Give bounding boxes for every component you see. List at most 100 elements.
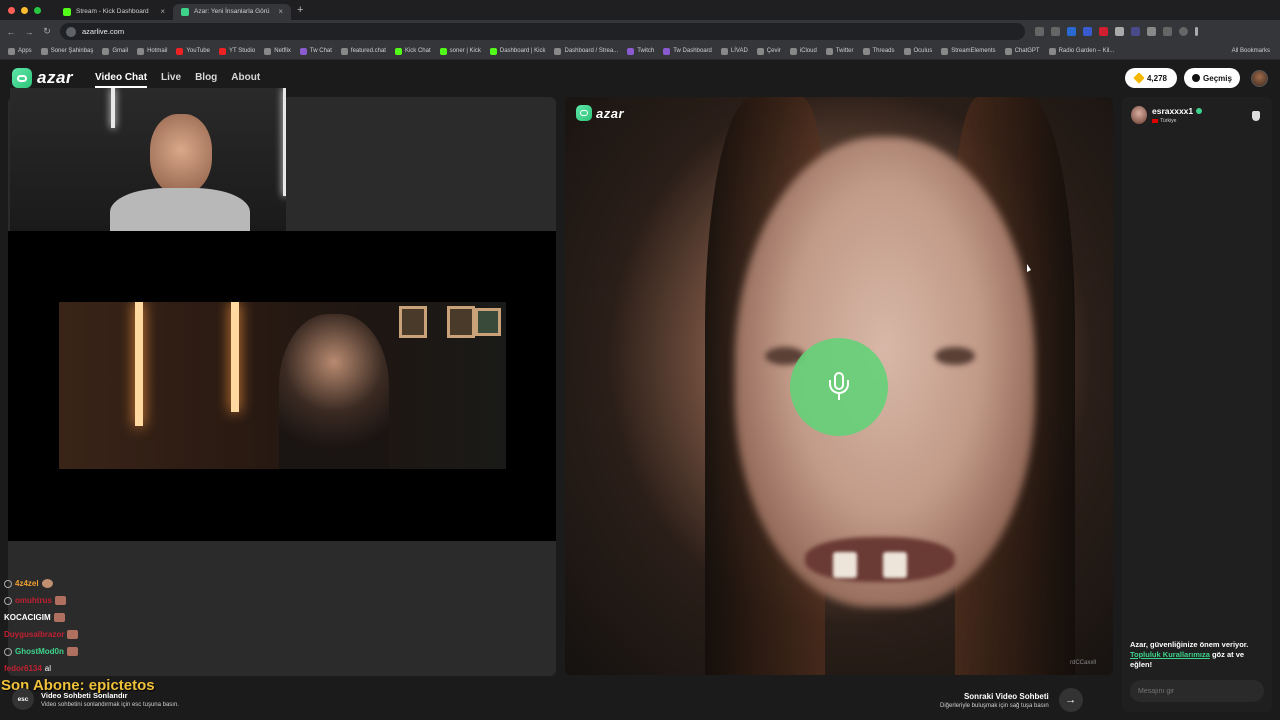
azar-logo-icon <box>12 68 32 88</box>
bookmark[interactable]: ChatGPT <box>1004 47 1040 55</box>
bookmark-star-icon[interactable] <box>1051 27 1060 36</box>
partner-info[interactable]: esraxxxx1 Türkiye <box>1131 106 1203 124</box>
gems-button[interactable]: 4,278 <box>1125 68 1177 88</box>
url-field[interactable]: azarlive.com <box>60 23 1025 40</box>
sub-badge-icon <box>4 647 12 656</box>
bookmark[interactable]: Netflix <box>264 47 291 55</box>
nav-blog[interactable]: Blog <box>195 72 217 88</box>
bookmark[interactable]: iCloud <box>789 47 817 55</box>
emote-icon <box>41 579 53 588</box>
next-chat-hint[interactable]: Sonraki Video Sohbeti Diğerleriyle buluş… <box>940 688 1083 712</box>
bookmark-icon <box>825 47 833 55</box>
bookmark[interactable]: Hotmail <box>137 47 167 55</box>
bookmark[interactable]: Apps <box>8 47 32 55</box>
extension-icon[interactable] <box>1099 27 1108 36</box>
logo-text: azar <box>37 68 74 87</box>
bookmark[interactable]: Kick Chat <box>394 47 431 55</box>
browser-tab[interactable]: Stream - Kick Dashboard × <box>55 4 173 20</box>
minimize-window-icon[interactable] <box>21 6 28 14</box>
streamer-body <box>110 188 250 231</box>
bookmark[interactable]: Çevir <box>756 47 781 55</box>
nav-live[interactable]: Live <box>161 72 181 88</box>
bookmark[interactable]: Dashboard | Kick <box>489 47 545 55</box>
site-info-icon[interactable] <box>66 26 76 37</box>
bookmark[interactable]: Tw Chat <box>299 47 332 55</box>
bookmark-icon <box>340 47 348 55</box>
chat-message: KOCACIGIM <box>0 609 120 626</box>
partner-avatar[interactable] <box>1131 106 1147 124</box>
back-icon[interactable]: ← <box>4 27 18 37</box>
microphone-button[interactable] <box>790 338 888 436</box>
cast-icon[interactable] <box>1035 27 1044 36</box>
bookmark[interactable]: LİVAD <box>720 47 748 55</box>
bookmark-icon <box>137 47 145 55</box>
bookmark[interactable]: featured.chat <box>340 47 386 55</box>
profile-icon[interactable] <box>1179 27 1188 36</box>
bookmark[interactable]: YT Studio <box>218 47 255 55</box>
extension-icon[interactable] <box>1131 27 1140 36</box>
nav-video-chat[interactable]: Video Chat <box>95 72 148 88</box>
main-nav: Video Chat Live Blog About <box>95 72 260 88</box>
chat-user: GhostMod0n <box>15 647 64 656</box>
user-avatar[interactable] <box>1251 70 1268 87</box>
extension-icon[interactable] <box>1067 27 1076 36</box>
partner-country: Türkiye <box>1152 118 1202 124</box>
partner-name-row: esraxxxx1 <box>1152 106 1203 116</box>
arrow-right-icon: → <box>1065 694 1077 706</box>
bookmark[interactable]: Radio Garden – Kil... <box>1048 47 1114 55</box>
community-guidelines-link[interactable]: Topluluk Kurallarımıza <box>1130 650 1210 659</box>
bookmark-icon <box>394 47 402 55</box>
window-controls <box>8 6 41 14</box>
bookmark-icon <box>789 47 797 55</box>
menu-dots-icon[interactable] <box>1195 27 1198 36</box>
bookmark[interactable]: StreamElements <box>941 47 996 55</box>
logo-text: azar <box>596 105 625 121</box>
nav-about[interactable]: About <box>231 72 260 88</box>
close-tab-icon[interactable]: × <box>278 7 283 16</box>
bookmark[interactable]: soner | Kick <box>439 47 481 55</box>
all-bookmarks-link[interactable]: All Bookmarks <box>1232 48 1270 54</box>
close-window-icon[interactable] <box>8 6 15 14</box>
bookmark[interactable]: Twitch <box>627 47 654 55</box>
extension-icon[interactable] <box>1147 27 1156 36</box>
bookmark[interactable]: Tw Dashboard <box>663 47 712 55</box>
puzzle-icon[interactable] <box>1163 27 1172 36</box>
azar-logo-icon <box>576 105 592 121</box>
maximize-window-icon[interactable] <box>34 6 41 14</box>
history-button[interactable]: Geçmiş <box>1184 68 1240 88</box>
chat-message: Duygusalbrazor <box>0 626 120 643</box>
bookmark[interactable]: Oculus <box>903 47 932 55</box>
bookmarks-bar: Apps Soner Şahinbaş Gmail Hotmail YouTub… <box>0 43 1280 60</box>
forward-icon[interactable]: → <box>22 27 36 37</box>
microphone-icon <box>829 372 849 402</box>
esc-key-button[interactable]: esc <box>12 688 34 710</box>
close-tab-icon[interactable]: × <box>160 7 165 16</box>
bookmark[interactable]: Threads <box>862 47 895 55</box>
chat-user: KOCACIGIM <box>4 613 51 622</box>
bookmark-icon <box>264 47 272 55</box>
bookmark-icon <box>862 47 870 55</box>
chat-message: 4z4zel <box>0 575 120 592</box>
bookmark-icon <box>941 47 949 55</box>
report-shield-icon[interactable] <box>1252 111 1260 121</box>
end-chat-hint[interactable]: esc Video Sohbeti Sonlandır Video sohbet… <box>12 688 179 710</box>
next-chat-subtitle: Diğerleriyle buluşmak için sağ tuşa bası… <box>940 702 1049 709</box>
next-arrow-button[interactable]: → <box>1058 688 1083 712</box>
browser-tab-active[interactable]: Azar: Yeni İnsanlarla Görü × <box>173 3 291 20</box>
bookmark[interactable]: Gmail <box>102 47 128 55</box>
message-input[interactable] <box>1130 680 1264 702</box>
bookmark-icon <box>627 47 635 55</box>
new-tab-icon[interactable]: + <box>297 4 303 16</box>
azar-logo[interactable]: azar <box>12 68 73 88</box>
reload-icon[interactable]: ↻ <box>40 26 54 37</box>
bookmark[interactable]: YouTube <box>176 47 210 55</box>
bookmark[interactable]: Dashboard / Strea... <box>554 47 618 55</box>
chat-user: fedor6134 <box>4 664 42 673</box>
extension-icon[interactable] <box>1115 27 1124 36</box>
bookmark[interactable]: Soner Şahinbaş <box>40 47 93 55</box>
bookmark-icon <box>756 47 764 55</box>
safety-notice: Azar, güvenliğinize önem veriyor. Toplul… <box>1130 640 1249 669</box>
extension-icon[interactable] <box>1083 27 1092 36</box>
bookmark[interactable]: Twitter <box>825 47 854 55</box>
chat-user: 4z4zel <box>15 579 39 588</box>
